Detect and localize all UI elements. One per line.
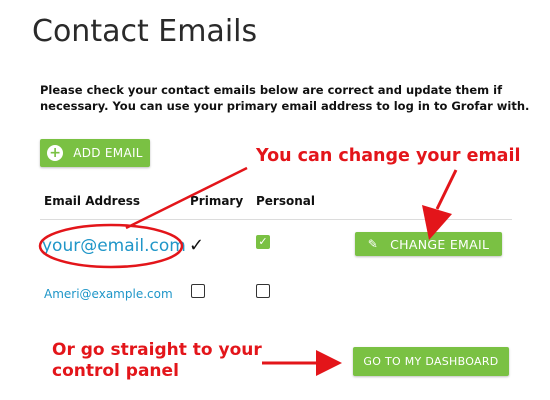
email-row-1-address[interactable]: your@email.com	[42, 236, 186, 256]
pointer-line-to-change-button	[435, 169, 458, 210]
add-email-button[interactable]: + ADD EMAIL	[40, 139, 150, 167]
header-primary: Primary	[190, 194, 244, 208]
arrowhead-to-dashboard	[316, 350, 342, 376]
add-email-label: ADD EMAIL	[73, 146, 143, 160]
intro-text: Please check your contact emails below a…	[40, 83, 530, 113]
table-header-divider	[40, 219, 512, 220]
change-email-button[interactable]: ✎ CHANGE EMAIL	[355, 232, 502, 256]
header-email-address: Email Address	[44, 194, 141, 208]
primary-checkbox-row-2[interactable]	[191, 284, 205, 298]
dashboard-annotation: Or go straight to your control panel	[52, 340, 262, 382]
email-row-2-address[interactable]: Ameri@example.com	[44, 287, 173, 301]
pencil-icon: ✎	[367, 237, 379, 251]
change-email-label: CHANGE EMAIL	[390, 236, 490, 252]
checkmark-icon: ✓	[189, 235, 205, 256]
page-title: Contact Emails	[32, 14, 258, 49]
personal-checkbox-row-2[interactable]	[256, 284, 270, 298]
go-to-dashboard-button[interactable]: GO TO MY DASHBOARD	[353, 347, 509, 376]
dashboard-annotation-line-2: control panel	[52, 361, 179, 381]
plus-circle-icon: +	[47, 145, 64, 161]
dashboard-annotation-line-1: Or go straight to your	[52, 340, 262, 360]
change-email-annotation: You can change your email	[256, 146, 521, 166]
header-personal: Personal	[256, 194, 315, 208]
personal-checkbox-row-1[interactable]: ✓	[256, 235, 270, 249]
